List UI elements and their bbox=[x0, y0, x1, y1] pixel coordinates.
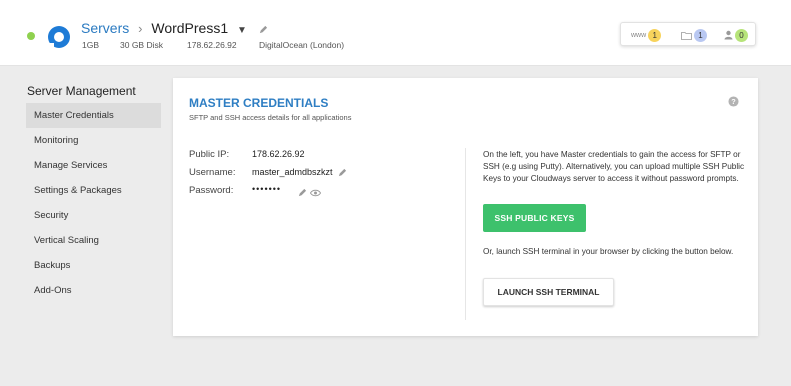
sidebar-item-security[interactable]: Security bbox=[26, 203, 161, 228]
master-credentials-card: MASTER CREDENTIALS SFTP and SSH access d… bbox=[173, 78, 758, 336]
chevron-right-icon: › bbox=[138, 21, 143, 36]
sidebar-item-vertical-scaling[interactable]: Vertical Scaling bbox=[26, 228, 161, 253]
server-disk: 30 GB Disk bbox=[120, 40, 163, 50]
www-icon: www bbox=[631, 31, 647, 39]
ssh-keys-description: On the left, you have Master credentials… bbox=[483, 150, 745, 183]
server-counters: www 1 1 0 bbox=[620, 22, 756, 46]
column-divider bbox=[465, 148, 466, 320]
user-counter[interactable]: 0 bbox=[724, 27, 748, 43]
sidebar-item-manage-services[interactable]: Manage Services bbox=[26, 153, 161, 178]
digitalocean-logo-icon bbox=[48, 26, 70, 48]
folder-icon bbox=[681, 31, 692, 40]
folder-count: 1 bbox=[694, 28, 707, 42]
sidebar-item-add-ons[interactable]: Add-Ons bbox=[26, 278, 161, 303]
server-header: Servers › WordPress1 ▼ 1GB 30 GB Disk 17… bbox=[0, 0, 791, 66]
edit-server-name-icon[interactable] bbox=[259, 25, 268, 34]
folder-counter[interactable]: 1 bbox=[681, 27, 707, 43]
page-subtitle: SFTP and SSH access details for all appl… bbox=[189, 113, 352, 122]
www-count: 1 bbox=[648, 28, 662, 42]
server-name: WordPress1 bbox=[151, 20, 229, 36]
server-ip: 178.62.26.92 bbox=[187, 40, 237, 50]
edit-password-icon[interactable] bbox=[298, 188, 307, 197]
www-counter[interactable]: www 1 bbox=[631, 27, 662, 43]
caret-down-icon[interactable]: ▼ bbox=[237, 25, 247, 36]
show-password-eye-icon[interactable] bbox=[310, 189, 321, 197]
ssh-terminal-description: Or, launch SSH terminal in your browser … bbox=[483, 247, 734, 256]
password-value: ••••••• bbox=[252, 184, 282, 194]
sidebar-item-backups[interactable]: Backups bbox=[26, 253, 161, 278]
server-provider: DigitalOcean (London) bbox=[259, 40, 345, 50]
help-icon[interactable]: ? bbox=[728, 96, 739, 107]
server-ram: 1GB bbox=[82, 40, 100, 50]
launch-ssh-terminal-button[interactable]: LAUNCH SSH TERMINAL bbox=[483, 278, 614, 306]
public-ip-label: Public IP: bbox=[189, 149, 230, 160]
ssh-public-keys-button[interactable]: SSH PUBLIC KEYS bbox=[483, 204, 586, 232]
username-value: master_admdbszkzt bbox=[252, 167, 333, 177]
page-title: MASTER CREDENTIALS bbox=[189, 96, 329, 110]
server-status-indicator bbox=[27, 32, 35, 40]
password-label: Password: bbox=[189, 185, 234, 196]
sidebar-item-master-credentials[interactable]: Master Credentials bbox=[26, 103, 161, 128]
username-label: Username: bbox=[189, 167, 236, 178]
svg-text:?: ? bbox=[731, 97, 736, 106]
breadcrumb-servers-link[interactable]: Servers bbox=[81, 20, 129, 36]
user-icon bbox=[724, 30, 733, 40]
breadcrumb: Servers › WordPress1 ▼ bbox=[81, 20, 268, 36]
public-ip-value: 178.62.26.92 bbox=[252, 149, 305, 159]
edit-username-icon[interactable] bbox=[338, 168, 347, 177]
sidebar-item-monitoring[interactable]: Monitoring bbox=[26, 128, 161, 153]
sidebar-title: Server Management bbox=[27, 84, 136, 98]
sidebar-item-settings-packages[interactable]: Settings & Packages bbox=[26, 178, 161, 203]
user-count: 0 bbox=[735, 28, 748, 42]
